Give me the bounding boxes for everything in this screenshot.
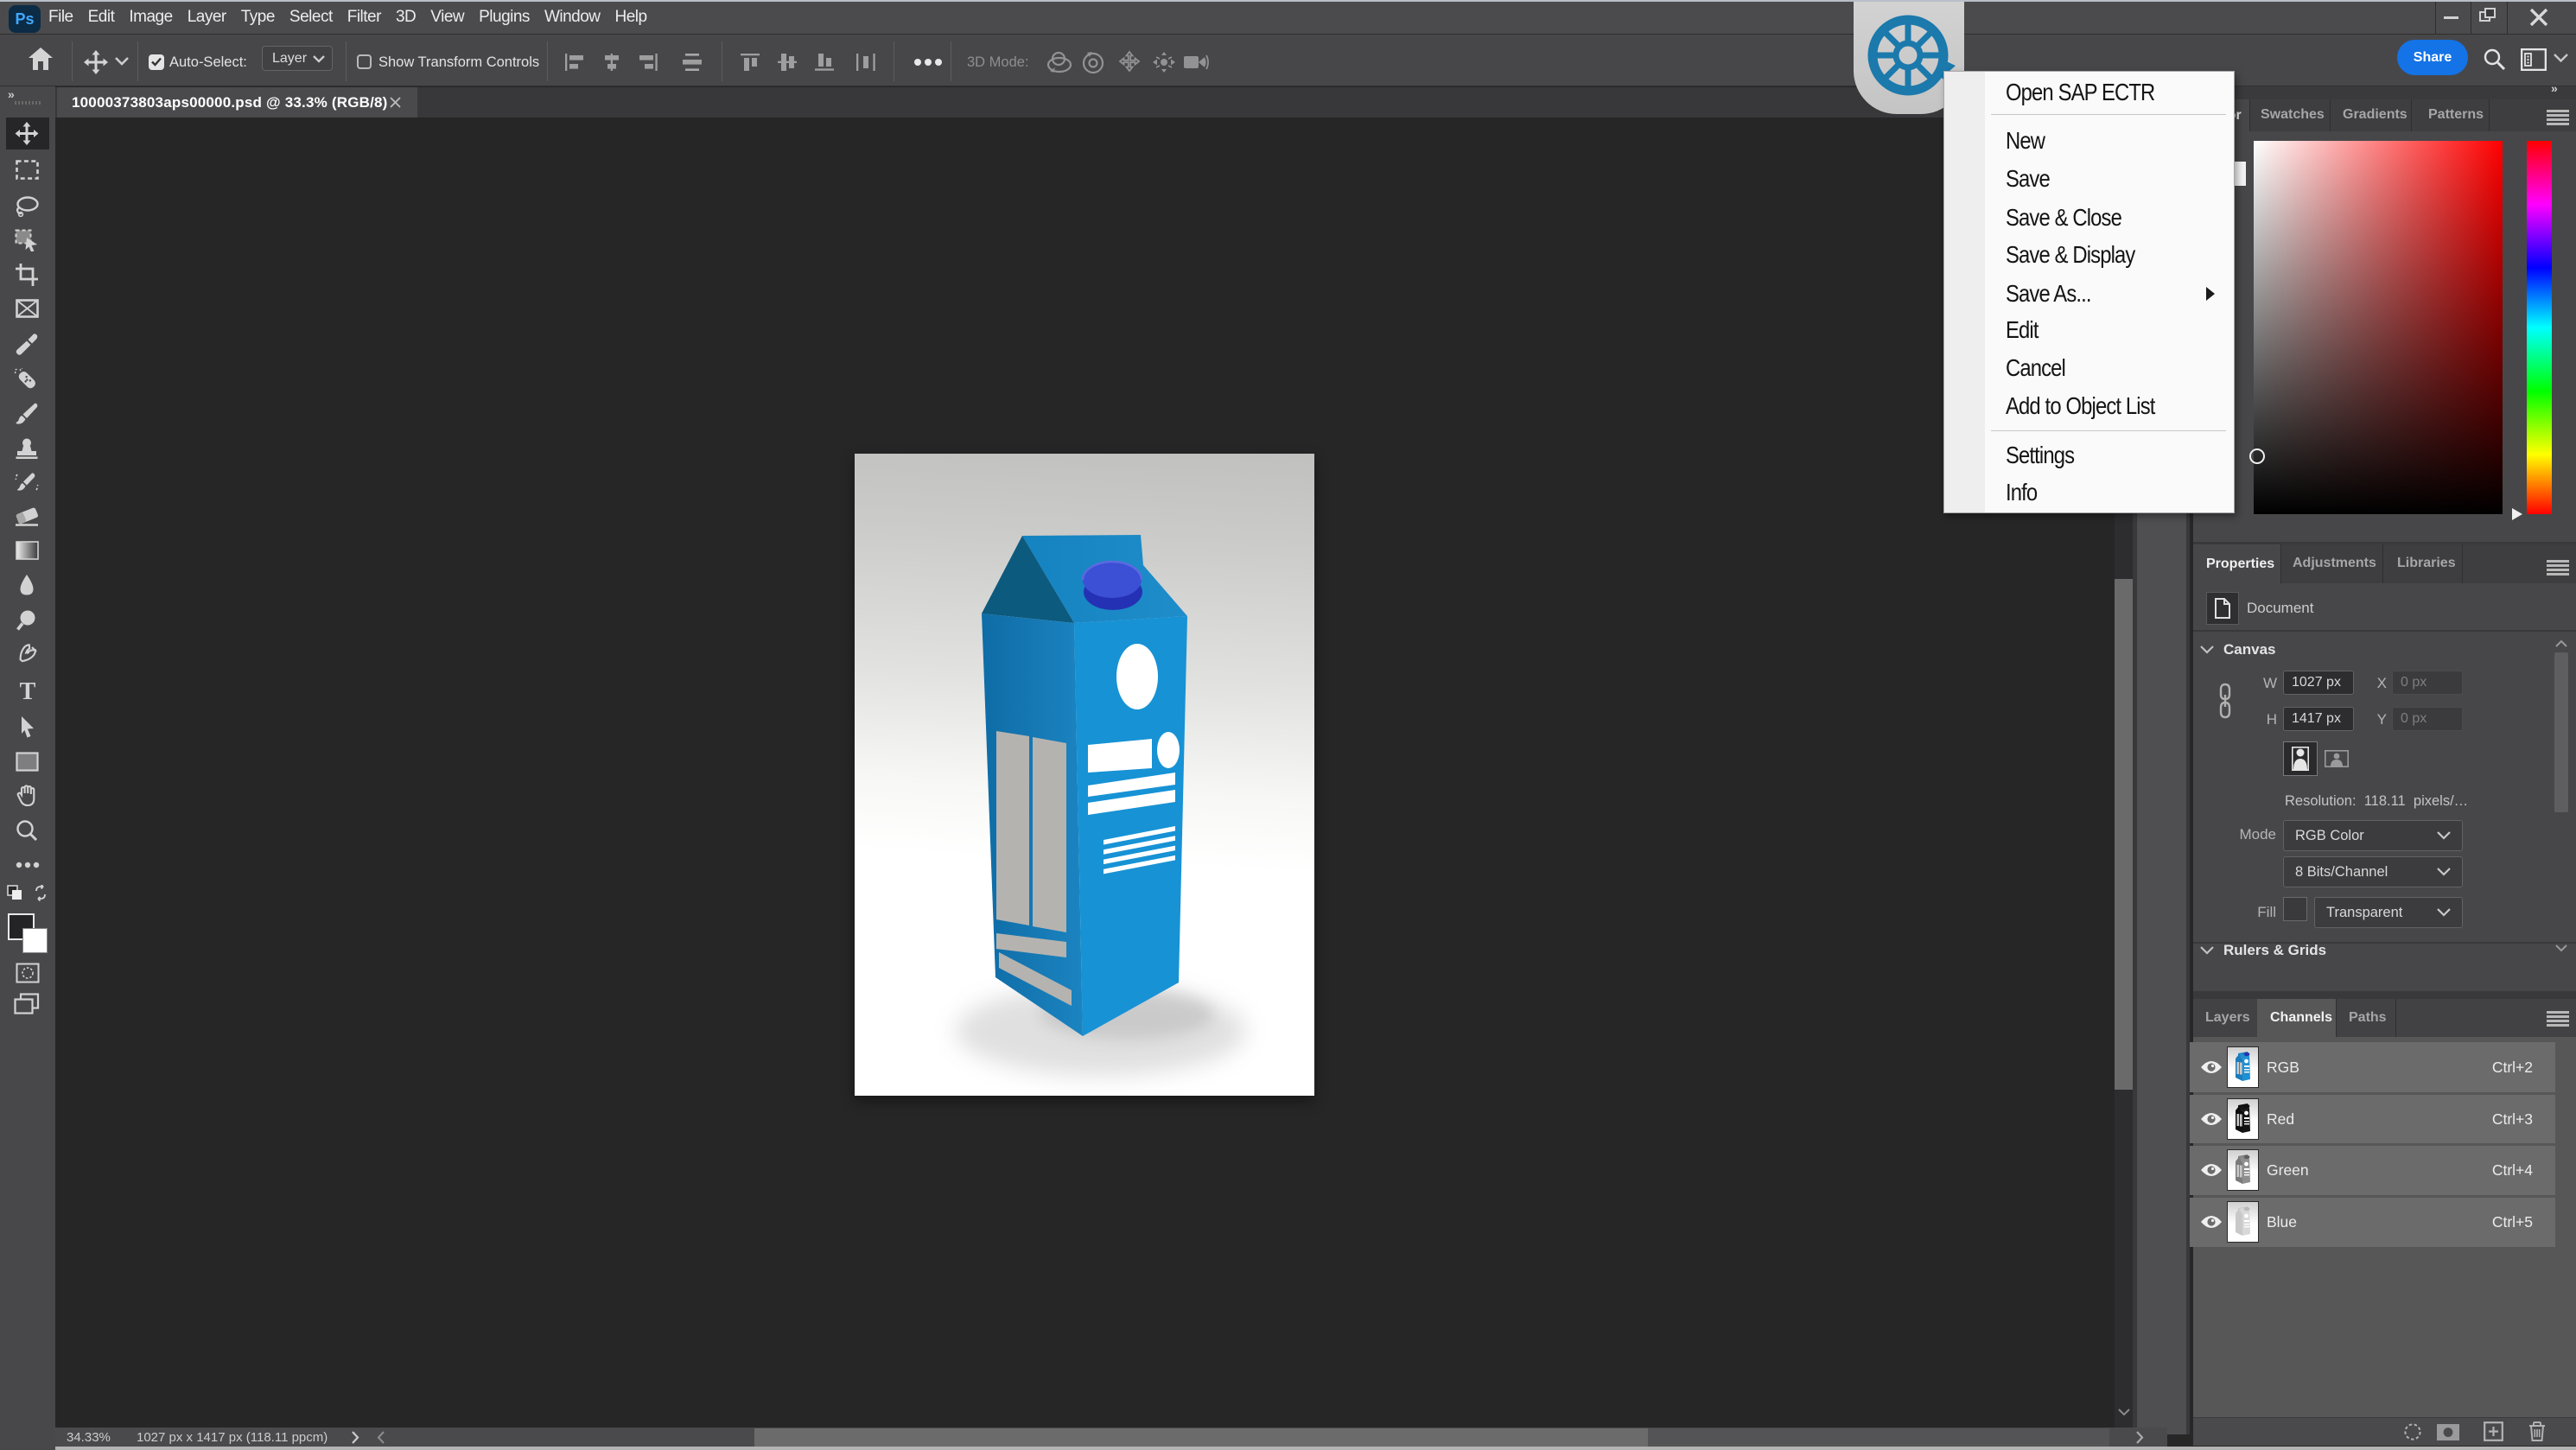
svg-text:T: T bbox=[20, 681, 36, 703]
